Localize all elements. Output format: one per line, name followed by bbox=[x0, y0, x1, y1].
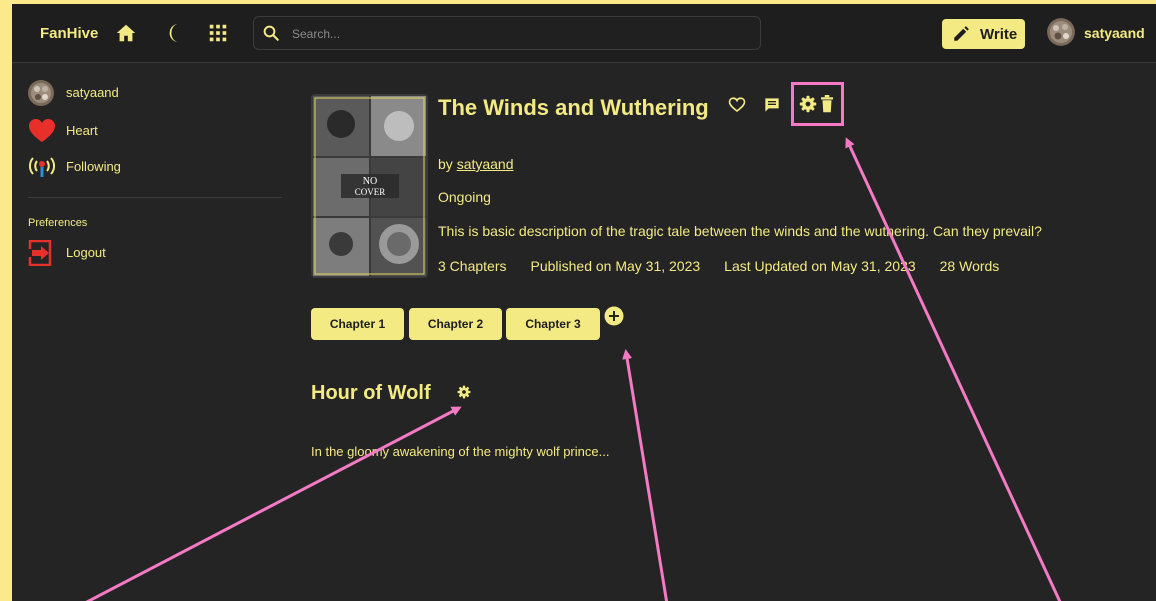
sidebar-item-label: satyaand bbox=[66, 85, 119, 100]
word-count: 28 Words bbox=[939, 258, 1000, 274]
pencil-icon bbox=[954, 26, 969, 41]
logout-icon bbox=[28, 240, 52, 266]
story-cover-image: NO COVER bbox=[311, 94, 428, 278]
app-window: FanHive Write bbox=[12, 4, 1156, 601]
heart-icon bbox=[29, 119, 55, 142]
add-chapter-icon[interactable] bbox=[604, 306, 624, 326]
username-top[interactable]: satyaand bbox=[1084, 25, 1145, 41]
write-button[interactable]: Write bbox=[942, 19, 1025, 49]
published-date: Published on May 31, 2023 bbox=[530, 258, 701, 274]
grid-icon[interactable] bbox=[207, 22, 229, 44]
story-status: Ongoing bbox=[438, 189, 491, 205]
cover-collage: NO COVER bbox=[311, 94, 428, 278]
broadcast-icon bbox=[29, 157, 55, 177]
chapter-3-button[interactable]: Chapter 3 bbox=[506, 308, 600, 340]
preferences-heading: Preferences bbox=[28, 217, 88, 229]
write-label: Write bbox=[980, 26, 1018, 43]
brand-logo[interactable]: FanHive bbox=[40, 25, 98, 42]
top-navbar: FanHive Write bbox=[12, 4, 1156, 63]
comment-icon[interactable] bbox=[764, 97, 780, 113]
updated-date: Last Updated on May 31, 2023 bbox=[724, 258, 916, 274]
chapter-1-button[interactable]: Chapter 1 bbox=[311, 308, 404, 340]
story-description: This is basic description of the tragic … bbox=[438, 223, 1042, 239]
avatar[interactable] bbox=[1047, 18, 1075, 46]
story-byline: by satyaand bbox=[438, 156, 514, 172]
avatar bbox=[28, 80, 54, 106]
chapter-title: Hour of Wolf bbox=[311, 382, 431, 404]
cover-text-cover: COVER bbox=[355, 187, 386, 197]
story-stats: 3 Chapters Published on May 31, 2023 Last … bbox=[438, 258, 1023, 274]
author-link[interactable]: satyaand bbox=[457, 156, 514, 172]
chapters-count: 3 Chapters bbox=[438, 258, 507, 274]
sidebar-divider bbox=[28, 197, 282, 198]
cover-text-no: NO bbox=[363, 176, 377, 187]
story-title: The Winds and Wuthering bbox=[438, 95, 709, 120]
by-prefix: by bbox=[438, 156, 457, 172]
chapter-2-button[interactable]: Chapter 2 bbox=[409, 308, 502, 340]
annotation-highlight-box bbox=[791, 82, 844, 126]
home-icon[interactable] bbox=[115, 22, 137, 44]
chapter-settings-gear-icon[interactable] bbox=[457, 385, 471, 399]
sidebar-item-label: Logout bbox=[66, 245, 106, 260]
search-icon bbox=[263, 25, 279, 41]
heart-outline-icon[interactable] bbox=[728, 96, 746, 114]
chapter-excerpt: In the gloomy awakening of the mighty wo… bbox=[311, 444, 610, 459]
search-input[interactable] bbox=[290, 23, 754, 45]
moon-icon[interactable] bbox=[165, 22, 187, 44]
sidebar-item-label: Following bbox=[66, 159, 121, 174]
sidebar-item-label: Heart bbox=[66, 123, 98, 138]
search-bar[interactable] bbox=[253, 16, 761, 50]
